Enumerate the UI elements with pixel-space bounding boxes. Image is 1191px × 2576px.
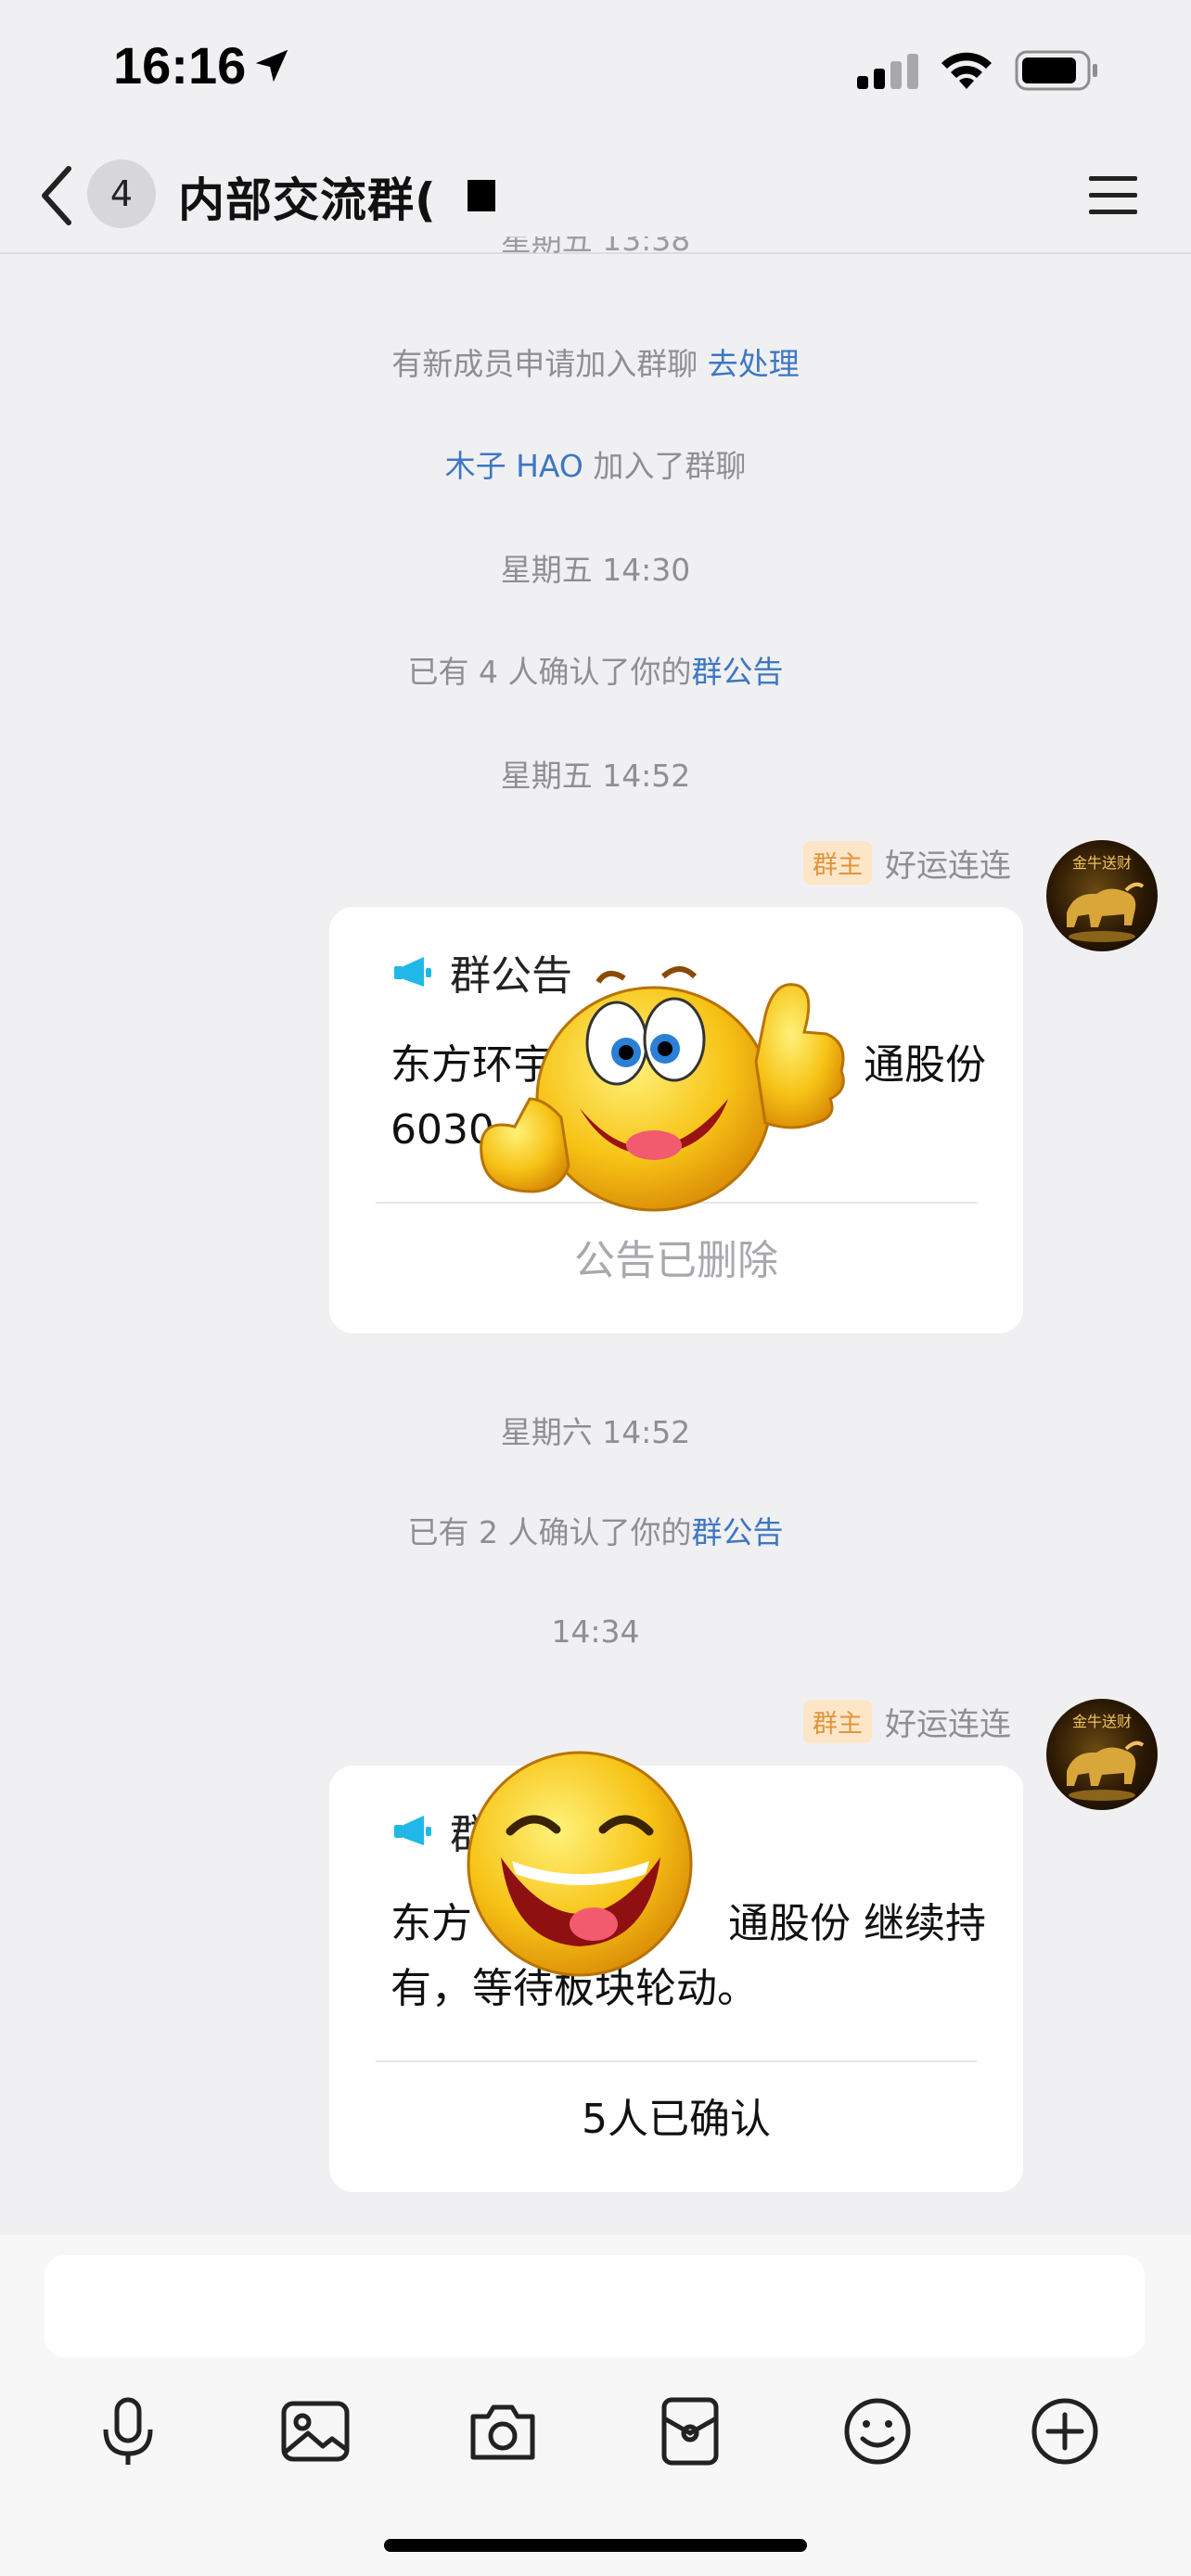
home-indicator (384, 2539, 807, 2552)
system-confirm-notice: 已有 2 人确认了你的群公告 (0, 1508, 1191, 1552)
timestamp: 星期五 14:52 (500, 758, 691, 794)
system-text: 有新成员申请加入群聊 (391, 346, 698, 382)
sender-name[interactable]: 好运连连 (885, 840, 1011, 886)
battery-icon (1015, 50, 1097, 91)
camera-icon[interactable] (464, 2392, 542, 2470)
owner-badge: 群主 (803, 1700, 872, 1743)
body-text-right: 通股份 继续持 (728, 1900, 986, 1947)
divider (376, 2060, 977, 2062)
system-text: 已有 4 人确认了你的 (407, 654, 692, 690)
thumbs-up-smiley-sticker (480, 966, 845, 1212)
system-text: 加入了群聊 (593, 448, 747, 484)
menu-icon[interactable] (1085, 167, 1141, 223)
megaphone-icon (394, 1816, 431, 1845)
megaphone-icon (394, 957, 431, 987)
red-packet-icon[interactable] (651, 2392, 729, 2470)
bull-logo-icon: 金牛送财 (1067, 854, 1145, 942)
image-icon[interactable] (276, 2392, 354, 2470)
svg-text:金牛送财: 金牛送财 (1072, 1713, 1132, 1730)
chat-title[interactable]: 内部交流群( (178, 163, 437, 230)
timestamp: 星期五 14:30 (500, 552, 691, 588)
sender-row: 群主 好运连连 (803, 840, 1011, 886)
cellular-signal-icon (857, 54, 918, 89)
emoji-icon[interactable] (839, 2392, 916, 2470)
bull-logo-icon: 金牛送财 (1067, 1713, 1145, 1801)
confirmation-count[interactable]: 5人已确认 (329, 2085, 1023, 2145)
system-confirm-notice: 已有 4 人确认了你的群公告 (0, 647, 1191, 692)
sender-name[interactable]: 好运连连 (885, 1699, 1011, 1744)
avatar[interactable]: 金牛送财 (1046, 1699, 1158, 1810)
unread-count-badge[interactable]: 4 (87, 159, 156, 228)
owner-badge: 群主 (803, 841, 872, 885)
announcement-link[interactable]: 群公告 (691, 1514, 783, 1550)
system-text: 已有 2 人确认了你的 (407, 1514, 692, 1550)
title-redaction (467, 180, 495, 211)
plus-icon[interactable] (1026, 2392, 1104, 2470)
input-area (0, 2235, 1191, 2576)
system-new-member-request: 有新成员申请加入群聊 去处理 (0, 339, 1191, 384)
member-name-link[interactable]: 木子 HAO (445, 448, 583, 484)
timestamp: 14:34 (551, 1613, 640, 1650)
laughing-smiley-sticker (467, 1751, 693, 1977)
process-link[interactable]: 去处理 (708, 346, 800, 382)
message-input[interactable] (45, 2255, 1145, 2357)
microphone-icon[interactable] (89, 2392, 167, 2470)
sender-row: 群主 好运连连 (803, 1699, 1011, 1744)
announcement-link[interactable]: 群公告 (691, 654, 783, 690)
wifi-icon (941, 52, 992, 89)
avatar[interactable]: 金牛送财 (1046, 840, 1158, 951)
body-text-left: 东方 (391, 1900, 472, 1947)
system-member-joined: 木子 HAO 加入了群聊 (0, 441, 1191, 486)
body-text-right: 通股份 (864, 1041, 986, 1089)
announcement-status: 公告已删除 (574, 1237, 778, 1284)
status-time: 16:16 (113, 36, 247, 95)
chat-screen: 16:16 4 内部交流群(星期五 13:38 有新成员申请加入群聊 去处理 … (0, 0, 1191, 2576)
svg-text:金牛送财: 金牛送财 (1072, 854, 1132, 872)
timestamp-partial: 星期五 13:38 (500, 236, 691, 257)
location-arrow-icon (255, 49, 288, 83)
back-chevron-icon[interactable] (35, 163, 82, 228)
status-bar: 16:16 (0, 0, 1191, 139)
timestamp: 星期六 14:52 (500, 1414, 691, 1450)
